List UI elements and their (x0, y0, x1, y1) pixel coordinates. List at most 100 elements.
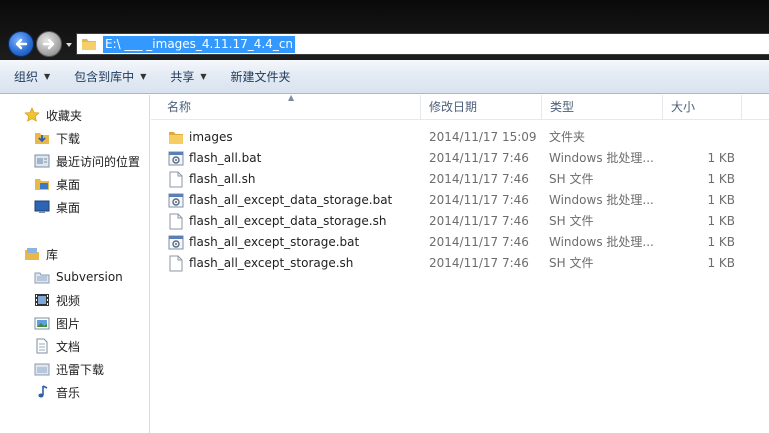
file-date: 2014/11/17 7:46 (429, 256, 529, 270)
recent-places-icon (34, 153, 50, 169)
column-header-date[interactable]: 修改日期 (421, 95, 542, 120)
back-button[interactable] (8, 31, 34, 57)
new-folder-label: 新建文件夹 (230, 70, 291, 84)
film-icon (34, 292, 50, 308)
recent-pages-dropdown-icon[interactable] (64, 40, 74, 50)
new-folder-button[interactable]: 新建文件夹 (231, 68, 291, 85)
sidebar-item-videos[interactable]: 视频 (34, 290, 80, 310)
file-list-pane: ▲ 名称 修改日期 类型 大小 images 2014/11/17 15:09 文件… (151, 93, 769, 433)
sidebar-label: Subversion (56, 270, 123, 284)
sidebar-label: 音乐 (56, 385, 81, 400)
file-type: Windows 批处理... (549, 235, 654, 249)
chevron-down-icon: ▼ (140, 72, 147, 81)
sidebar-label: 收藏夹 (46, 108, 83, 123)
batch-file-icon (168, 150, 184, 167)
share-label: 共享 (170, 70, 195, 84)
include-in-library-menu[interactable]: 包含到库中 ▼ (74, 68, 146, 85)
file-type: Windows 批处理... (549, 151, 654, 165)
column-header-row: ▲ 名称 修改日期 类型 大小 (151, 93, 769, 120)
download-folder-icon (34, 361, 50, 377)
column-header-type[interactable]: 类型 (542, 95, 663, 120)
desktop-icon (34, 199, 50, 215)
file-date: 2014/11/17 7:46 (429, 151, 529, 165)
file-type: SH 文件 (549, 214, 594, 228)
sidebar-item-music[interactable]: 音乐 (34, 382, 80, 402)
file-name: flash_all.bat (189, 151, 262, 165)
navigation-pane: 收藏夹 下载 最近访问的位置 桌面 桌面 库 Subversion 视频 图片 … (0, 95, 150, 433)
file-date: 2014/11/17 7:46 (429, 193, 529, 207)
file-size: 1 KB (707, 172, 735, 186)
command-bar: 组织 ▼ 包含到库中 ▼ 共享 ▼ 新建文件夹 (0, 60, 769, 94)
sidebar-label: 迅雷下载 (56, 362, 105, 377)
library-icon (24, 246, 40, 262)
file-type: Windows 批处理... (549, 193, 654, 207)
batch-file-icon (168, 234, 184, 251)
file-name: flash_all_except_storage.bat (189, 235, 360, 249)
file-size (661, 127, 735, 148)
chevron-down-icon: ▼ (44, 72, 51, 81)
file-row[interactable]: flash_all.bat 2014/11/17 7:46 Windows 批处理.… (151, 148, 769, 169)
column-header-size[interactable]: 大小 (663, 95, 742, 120)
file-row[interactable]: images 2014/11/17 15:09 文件夹 (151, 127, 769, 148)
file-date: 2014/11/17 15:09 (429, 130, 537, 144)
file-icon (168, 213, 184, 230)
download-folder-icon (34, 130, 50, 146)
desktop-folder-icon (34, 176, 50, 192)
file-icon (168, 255, 184, 272)
sidebar-item-recent[interactable]: 最近访问的位置 (34, 151, 140, 171)
sidebar-item-favorites[interactable]: 收藏夹 (24, 105, 82, 125)
picture-icon (34, 315, 50, 331)
arrow-left-icon (15, 38, 28, 50)
file-row[interactable]: flash_all_except_data_storage.sh 2014/11/… (151, 211, 769, 232)
organize-menu[interactable]: 组织 ▼ (14, 68, 50, 85)
sidebar-label: 文档 (56, 339, 81, 354)
file-type: SH 文件 (549, 256, 594, 270)
library-folder-icon (34, 269, 50, 285)
chevron-down-icon: ▼ (200, 72, 207, 81)
arrow-right-icon (42, 38, 55, 50)
file-row[interactable]: flash_all.sh 2014/11/17 7:46 SH 文件 1 KB (151, 169, 769, 190)
include-in-library-label: 包含到库中 (74, 70, 135, 84)
file-size: 1 KB (707, 214, 735, 228)
file-row[interactable]: flash_all_except_storage.sh 2014/11/17 7:… (151, 253, 769, 274)
sidebar-label: 桌面 (56, 177, 81, 192)
folder-icon (168, 129, 184, 146)
file-date: 2014/11/17 7:46 (429, 172, 529, 186)
music-note-icon (34, 384, 50, 400)
file-size: 1 KB (707, 151, 735, 165)
column-header-name[interactable]: 名称 (159, 95, 421, 120)
title-bar: E:\ ___ _images_4.11.17_4.4_cn (0, 0, 769, 60)
file-size: 1 KB (707, 256, 735, 270)
sidebar-label: 桌面 (56, 200, 81, 215)
file-type: SH 文件 (549, 172, 594, 186)
file-name: flash_all_except_data_storage.sh (189, 214, 387, 228)
sidebar-item-pictures[interactable]: 图片 (34, 313, 80, 333)
sidebar-label: 下载 (56, 131, 81, 146)
file-name: flash_all_except_storage.sh (189, 256, 354, 270)
batch-file-icon (168, 192, 184, 209)
folder-icon (82, 39, 96, 50)
sidebar-item-thunder-downloads[interactable]: 迅雷下载 (34, 359, 104, 379)
file-type: 文件夹 (549, 130, 586, 144)
sidebar-item-subversion[interactable]: Subversion (34, 267, 123, 287)
file-date: 2014/11/17 7:46 (429, 235, 529, 249)
file-row[interactable]: flash_all_except_data_storage.bat 2014/11… (151, 190, 769, 211)
sidebar-item-desktop-1[interactable]: 桌面 (34, 174, 80, 194)
organize-label: 组织 (14, 70, 39, 84)
sidebar-label: 库 (46, 247, 59, 262)
address-path[interactable]: E:\ ___ _images_4.11.17_4.4_cn (103, 35, 296, 53)
sidebar-item-documents[interactable]: 文档 (34, 336, 80, 356)
address-bar[interactable]: E:\ ___ _images_4.11.17_4.4_cn (76, 33, 769, 55)
sidebar-label: 视频 (56, 293, 81, 308)
forward-button[interactable] (36, 31, 62, 57)
star-icon (24, 107, 40, 123)
sidebar-item-desktop-2[interactable]: 桌面 (34, 197, 80, 217)
share-menu[interactable]: 共享 ▼ (170, 68, 206, 85)
sidebar-item-downloads[interactable]: 下载 (34, 128, 80, 148)
sidebar-item-libraries[interactable]: 库 (24, 244, 58, 264)
file-name: flash_all.sh (189, 172, 256, 186)
file-name: images (189, 130, 233, 144)
sidebar-label: 图片 (56, 316, 81, 331)
file-row[interactable]: flash_all_except_storage.bat 2014/11/17 7… (151, 232, 769, 253)
file-name: flash_all_except_data_storage.bat (189, 193, 393, 207)
